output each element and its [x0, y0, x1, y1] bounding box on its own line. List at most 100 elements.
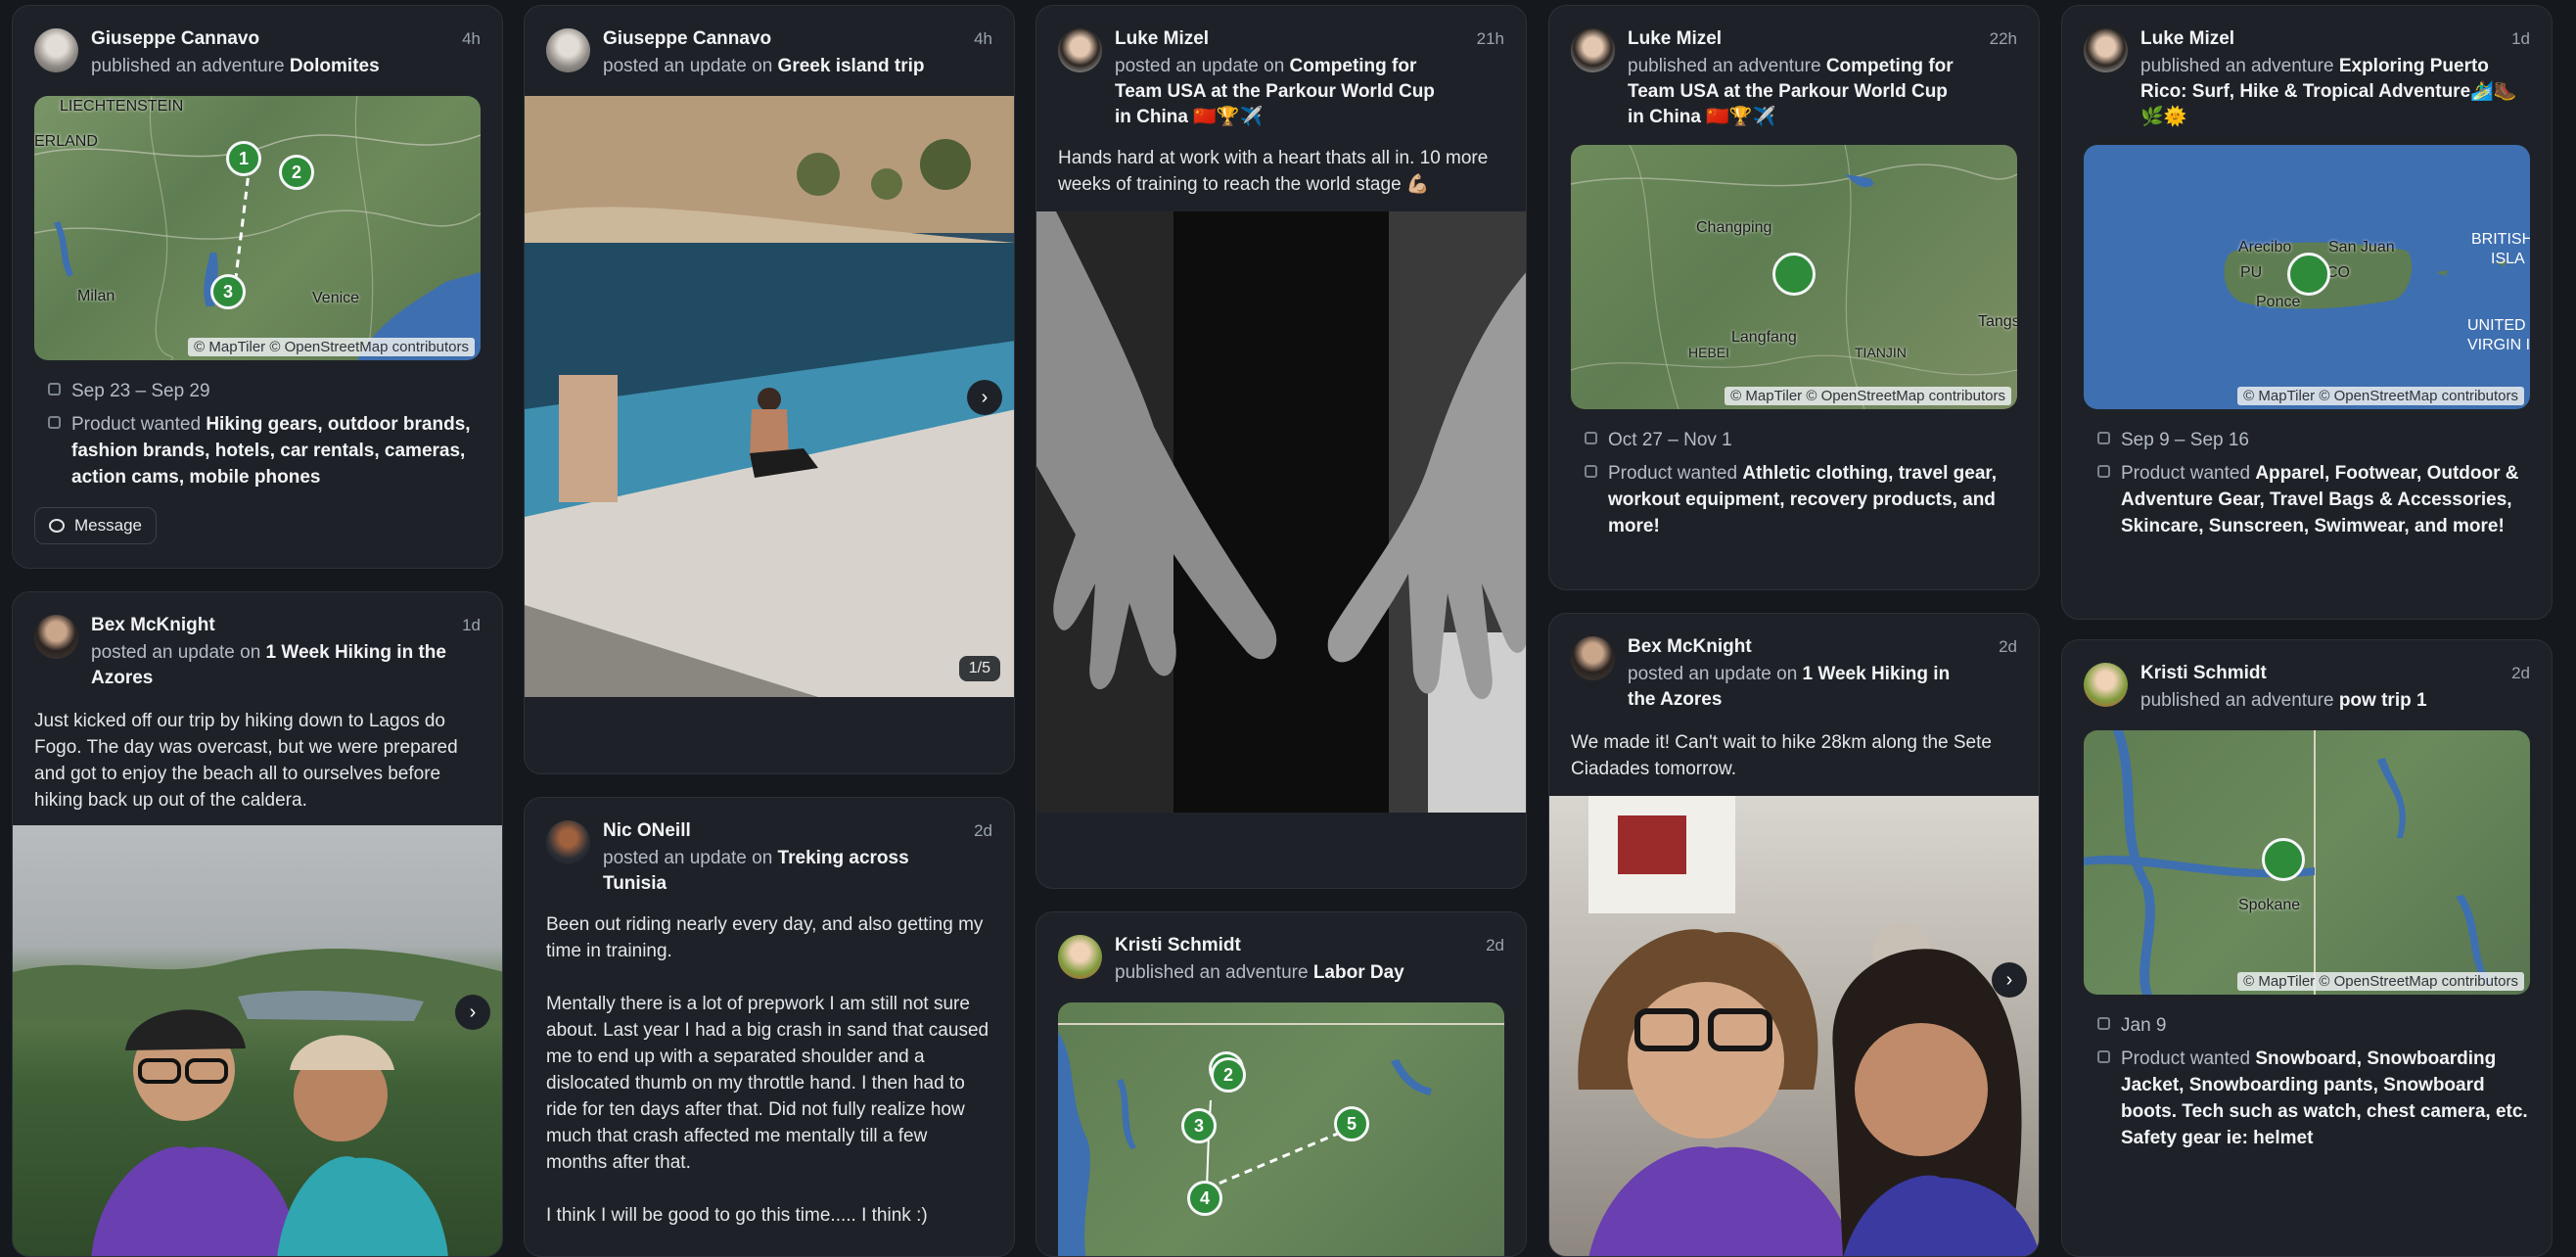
post-action: published an adventure Dolomites	[91, 54, 473, 79]
author-name[interactable]: Giuseppe Cannavo	[91, 28, 259, 50]
adventure-link[interactable]: Greek island trip	[778, 56, 925, 76]
map-attribution[interactable]: © MapTiler © OpenStreetMap contributors	[188, 338, 475, 356]
post-photo[interactable]: ›	[1549, 796, 2039, 1256]
paragraph: I think I will be good to go this time..…	[546, 1205, 928, 1226]
avatar[interactable]	[1058, 28, 1102, 72]
adventure-link[interactable]: Labor Day	[1313, 962, 1404, 983]
post-time: 2d	[974, 821, 992, 840]
route-stop-pin[interactable]: 2	[279, 155, 314, 190]
map-terrain	[2084, 730, 2491, 995]
next-photo-button[interactable]: ›	[967, 380, 1002, 415]
post-photo[interactable]: ›	[13, 825, 502, 1256]
adventure-card[interactable]: Giuseppe Cannavo 4h published an adventu…	[12, 5, 503, 569]
author-name[interactable]: Luke Mizel	[1115, 28, 1209, 50]
map-label: VIRGIN ISL	[2467, 337, 2530, 353]
post-time: 2d	[1999, 637, 2017, 656]
avatar[interactable]	[34, 615, 78, 659]
route-stop-pin[interactable]: 4	[1187, 1181, 1222, 1216]
trip-dates: Jan 9	[2097, 1012, 2528, 1039]
avatar[interactable]	[1571, 636, 1615, 680]
tag-icon	[2097, 465, 2110, 478]
route-stop-pin[interactable]: 1	[226, 141, 261, 176]
route-stop-pin[interactable]: 2	[1211, 1057, 1246, 1093]
adventure-card[interactable]: Kristi Schmidt 2d published an adventure…	[1035, 911, 1527, 1257]
calendar-icon	[2097, 432, 2110, 444]
location-pin[interactable]	[2262, 838, 2305, 881]
map-label: ERLAND	[34, 133, 98, 150]
map-label: PU	[2240, 264, 2263, 281]
route-stop-pin[interactable]: 3	[210, 274, 246, 309]
author-name[interactable]: Kristi Schmidt	[2140, 663, 2267, 684]
location-pin[interactable]	[1772, 253, 1816, 296]
paragraph: Been out riding nearly every day, and al…	[546, 914, 984, 961]
route-stop-pin[interactable]: 5	[1334, 1106, 1369, 1141]
post-photo[interactable]: › 1/5	[525, 96, 1014, 697]
route-stop-pin[interactable]: 3	[1181, 1108, 1217, 1143]
author-name[interactable]: Bex McKnight	[91, 615, 215, 636]
post-text: Hands hard at work with a heart thats al…	[1058, 148, 1489, 195]
location-pin[interactable]	[2287, 253, 2330, 296]
map-label: Ponce	[2256, 294, 2301, 310]
post-action: published an adventure Exploring Puerto …	[2140, 56, 2517, 127]
avatar[interactable]	[546, 820, 590, 864]
author-name[interactable]: Giuseppe Cannavo	[603, 28, 771, 50]
map-label: LIECHTENSTEIN	[60, 98, 184, 115]
trip-dates: Oct 27 – Nov 1	[1585, 427, 2015, 453]
author-name[interactable]: Luke Mizel	[1628, 28, 1722, 50]
map-label: ISLA	[2491, 251, 2525, 267]
adventure-card[interactable]: Kristi Schmidt 2d published an adventure…	[2061, 639, 2553, 1257]
products-wanted: Product wanted Apparel, Footwear, Outdoo…	[2097, 460, 2528, 539]
post-text: Just kicked off our trip by hiking down …	[34, 711, 458, 811]
avatar[interactable]	[2084, 663, 2128, 707]
avatar[interactable]	[2084, 28, 2128, 72]
update-card[interactable]: Bex McKnight 1d posted an update on 1 We…	[12, 591, 503, 1257]
author-name[interactable]: Kristi Schmidt	[1115, 935, 1241, 956]
adventure-link[interactable]: pow trip 1	[2339, 690, 2427, 711]
author-name[interactable]: Bex McKnight	[1628, 636, 1752, 658]
avatar[interactable]	[34, 28, 78, 72]
update-card[interactable]: Bex McKnight 2d posted an update on 1 We…	[1548, 613, 2040, 1257]
map-label: BRITISH	[2471, 231, 2530, 248]
route-map[interactable]: 2 3 4 5	[1058, 1002, 1504, 1256]
map-label: Changping	[1696, 219, 1772, 236]
route-map[interactable]: Spokane © MapTiler © OpenStreetMap contr…	[2084, 730, 2530, 995]
update-card[interactable]: Giuseppe Cannavo 4h posted an update on …	[524, 5, 1015, 774]
adventure-link[interactable]: Dolomites	[290, 56, 380, 76]
adventure-card[interactable]: Luke Mizel 1d published an adventure Exp…	[2061, 5, 2553, 620]
tag-icon	[1585, 465, 1597, 478]
post-photo[interactable]	[1036, 211, 1526, 813]
author-name[interactable]: Luke Mizel	[2140, 28, 2234, 50]
avatar[interactable]	[546, 28, 590, 72]
calendar-icon	[1585, 432, 1597, 444]
route-map[interactable]: Changping Langfang HEBEI TIANJIN Tangs ©…	[1571, 145, 2017, 409]
message-button[interactable]: Message	[34, 507, 157, 544]
route-map[interactable]: Arecibo San Juan PU RICO Ponce BRITISH I…	[2084, 145, 2530, 409]
map-label: Tangs	[1978, 313, 2017, 330]
map-attribution[interactable]: © MapTiler © OpenStreetMap contributors	[1725, 387, 2011, 405]
map-label: San Juan	[2328, 239, 2395, 256]
post-action: published an adventure pow trip 1	[2140, 690, 2427, 711]
post-time: 1d	[2511, 29, 2530, 48]
post-text: We made it! Can't wait to hike 28km alon…	[1571, 732, 1992, 779]
adventure-card[interactable]: Luke Mizel 22h published an adventure Co…	[1548, 5, 2040, 590]
products-wanted: Product wanted Hiking gears, outdoor bra…	[48, 411, 479, 490]
avatar[interactable]	[1058, 935, 1102, 979]
update-card[interactable]: Nic ONeill 2d posted an update on Trekin…	[524, 797, 1015, 1257]
route-map[interactable]: LIECHTENSTEIN ERLAND Milan Venice 1 2 3 …	[34, 96, 481, 360]
chevron-right-icon: ›	[469, 1001, 477, 1023]
next-photo-button[interactable]: ›	[1992, 962, 2027, 998]
map-terrain	[34, 96, 481, 360]
map-attribution[interactable]: © MapTiler © OpenStreetMap contributors	[2237, 387, 2524, 405]
map-attribution[interactable]: © MapTiler © OpenStreetMap contributors	[2237, 972, 2524, 991]
post-text: Been out riding nearly every day, and al…	[546, 911, 992, 1229]
trip-dates: Sep 9 – Sep 16	[2097, 427, 2528, 453]
next-photo-button[interactable]: ›	[455, 995, 490, 1030]
post-time: 4h	[974, 29, 992, 48]
author-name[interactable]: Nic ONeill	[603, 820, 691, 842]
map-label: Venice	[312, 290, 360, 306]
trip-dates: Sep 23 – Sep 29	[48, 378, 479, 404]
post-time: 4h	[462, 29, 481, 48]
calendar-icon	[48, 383, 61, 396]
avatar[interactable]	[1571, 28, 1615, 72]
update-card[interactable]: Luke Mizel 21h posted an update on Compe…	[1035, 5, 1527, 889]
